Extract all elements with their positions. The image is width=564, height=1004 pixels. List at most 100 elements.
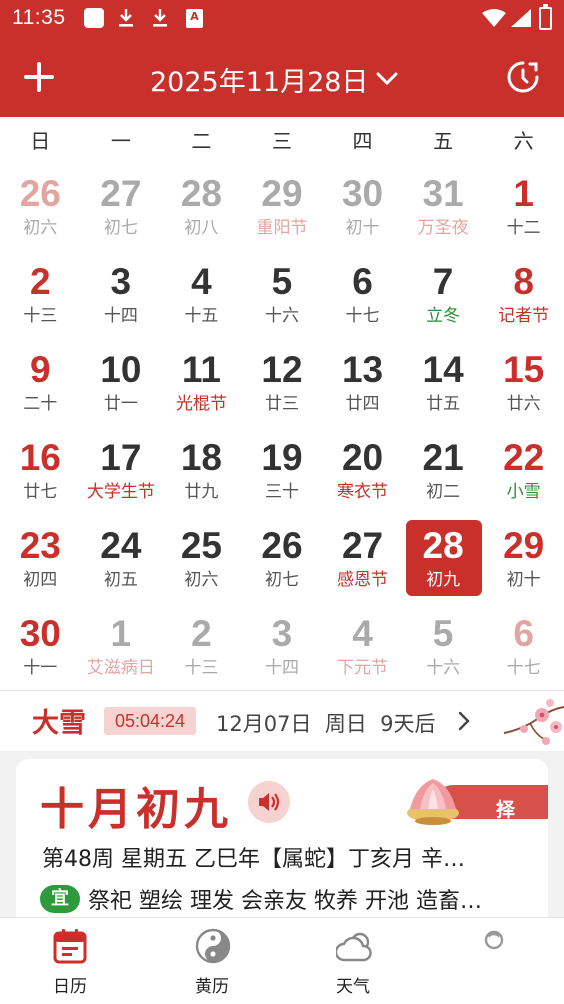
calendar-day-cell[interactable]: 15 廿六 <box>483 342 564 430</box>
festival-label: 下元节 <box>337 658 389 678</box>
calendar-day-cell[interactable]: 26 初六 <box>0 166 81 254</box>
calendar-day-cell[interactable]: 3 十四 <box>81 254 162 342</box>
day-number: 24 <box>100 525 142 566</box>
weekday-label: 五 <box>433 129 454 153</box>
calendar-day-cell[interactable]: 1 艾滋病日 <box>81 606 162 694</box>
calendar-day-cell[interactable]: 9 二十 <box>0 342 81 430</box>
day-number: 4 <box>191 261 212 302</box>
solar-term-bar[interactable]: 大雪 05:04:24 12月07日 周日 9天后 <box>0 691 564 751</box>
plum-blossom-icon <box>503 699 564 745</box>
calendar-day-cell[interactable]: 4 下元节 <box>322 606 403 694</box>
calendar-day-cell[interactable]: 30 初十 <box>322 166 403 254</box>
battery-icon <box>539 4 552 30</box>
lunar-label: 十四 <box>264 658 299 678</box>
calendar-day-cell[interactable]: 22 小雪 <box>483 430 564 518</box>
day-number: 9 <box>29 349 51 390</box>
lotus-lamp-icon <box>407 779 459 825</box>
calendar-day-cell[interactable]: 16 廿七 <box>0 430 81 518</box>
calendar-day-cell[interactable]: 2 十三 <box>0 254 81 342</box>
calendar-day-cell[interactable]: 21 初二 <box>403 430 484 518</box>
calendar-day-cell[interactable]: 18 廿九 <box>161 430 242 518</box>
calendar-day-cell[interactable]: 3 十四 <box>242 606 323 694</box>
calendar-day-cell[interactable]: 11 光棍节 <box>161 342 242 430</box>
festival-label: 万圣夜 <box>417 218 469 238</box>
chevron-right-icon[interactable] <box>458 711 470 731</box>
lunar-label: 二十 <box>23 394 58 414</box>
day-number: 11 <box>181 349 221 390</box>
weather-cloud-icon <box>336 932 372 962</box>
day-number: 31 <box>422 173 464 214</box>
calendar-day-cell-today[interactable]: 28 初九 <box>403 518 484 606</box>
day-number: 26 <box>261 525 303 566</box>
day-number: 8 <box>513 261 534 302</box>
lunar-label: 廿一 <box>103 394 138 414</box>
lunar-label: 十四 <box>103 306 138 326</box>
lunar-label: 初二 <box>426 482 461 502</box>
calendar-day-cell[interactable]: 27 初七 <box>81 166 162 254</box>
solar-term-date: 12月07日 <box>216 712 312 736</box>
calendar-day-cell[interactable]: 10 廿一 <box>81 342 162 430</box>
calendar-day-cell[interactable]: 29 重阳节 <box>242 166 323 254</box>
calendar-day-cell[interactable]: 27 感恩节 <box>322 518 403 606</box>
calendar-day-cell[interactable]: 17 大学生节 <box>81 430 162 518</box>
calendar-day-cell[interactable]: 31 万圣夜 <box>403 166 484 254</box>
lunar-label: 廿五 <box>426 394 461 414</box>
download-icon <box>153 9 167 27</box>
day-number: 10 <box>100 349 142 390</box>
add-event-button[interactable] <box>22 60 56 94</box>
calendar-day-cell[interactable]: 13 廿四 <box>322 342 403 430</box>
day-number: 12 <box>261 349 303 390</box>
day-number: 28 <box>180 173 222 214</box>
festival-label: 艾滋病日 <box>86 658 155 678</box>
nav-item-calendar[interactable]: 日历 <box>10 918 130 1004</box>
calendar-day-cell[interactable]: 4 十五 <box>161 254 242 342</box>
day-number: 29 <box>261 173 303 214</box>
calendar-day-cell[interactable]: 24 初五 <box>81 518 162 606</box>
back-to-today-icon[interactable] <box>506 60 540 94</box>
calendar-day-cell[interactable]: 12 廿三 <box>242 342 323 430</box>
speaker-icon[interactable] <box>248 781 290 823</box>
calendar-day-cell[interactable]: 6 十七 <box>322 254 403 342</box>
lunar-label: 初九 <box>426 570 461 590</box>
calendar-day-cell[interactable]: 1 十二 <box>483 166 564 254</box>
lunar-label: 廿六 <box>506 394 541 414</box>
calendar-day-cell[interactable]: 25 初六 <box>161 518 242 606</box>
calendar-day-cell[interactable]: 30 十一 <box>0 606 81 694</box>
calendar-day-cell[interactable]: 23 初四 <box>0 518 81 606</box>
auspicious-day-button[interactable]: 择吉日 › <box>394 771 548 875</box>
calendar-day-cell[interactable]: 5 十六 <box>242 254 323 342</box>
yin-yang-icon <box>195 928 231 964</box>
day-number: 2 <box>191 613 212 654</box>
day-number: 20 <box>341 437 384 478</box>
day-number: 5 <box>432 613 454 654</box>
lunar-label: 十一 <box>23 658 58 678</box>
lunar-label: 初十 <box>345 218 380 238</box>
lunar-info-card[interactable]: 十月初九 择吉日 › 第48周 星期五 乙巳年【属蛇】丁亥月 辛… 宜 祭祀 塑… <box>16 759 548 917</box>
nav-item-almanac[interactable]: 黄历 <box>152 918 272 1004</box>
yi-badge: 宜 <box>40 885 80 913</box>
day-number: 7 <box>432 261 454 302</box>
calendar-day-cell[interactable]: 28 初八 <box>161 166 242 254</box>
calendar-day-cell[interactable]: 14 廿五 <box>403 342 484 430</box>
calendar-day-cell[interactable]: 7 立冬 <box>403 254 484 342</box>
calendar-day-cell[interactable]: 2 十三 <box>161 606 242 694</box>
calendar-day-cell[interactable]: 8 记者节 <box>483 254 564 342</box>
calendar-week-row: 30 十一 1 艾滋病日 2 十三 3 十四 4 下元节 5 十六 6 十七 <box>0 606 564 694</box>
calendar-day-cell[interactable]: 6 十七 <box>483 606 564 694</box>
calendar-day-cell[interactable]: 20 寒衣节 <box>322 430 403 518</box>
lunar-label: 初十 <box>506 570 541 590</box>
day-number: 30 <box>341 173 384 214</box>
nav-item-profile[interactable] <box>433 918 553 1004</box>
lunar-label: 三十 <box>264 482 299 502</box>
nav-item-weather[interactable]: 天气 <box>293 918 413 1004</box>
date-picker-button[interactable]: 2025年11月28日 <box>150 60 398 98</box>
calendar-day-cell[interactable]: 19 三十 <box>242 430 323 518</box>
calendar-day-cell[interactable]: 26 初七 <box>242 518 323 606</box>
solar-term-label: 立冬 <box>426 306 461 326</box>
festival-label: 寒衣节 <box>337 482 389 502</box>
day-number: 5 <box>271 261 293 302</box>
festival-label: 大学生节 <box>86 482 155 502</box>
yi-activities: 祭祀 塑绘 理发 会亲友 牧养 开池 造畜… <box>88 889 482 914</box>
calendar-day-cell[interactable]: 29 初十 <box>483 518 564 606</box>
calendar-day-cell[interactable]: 5 十六 <box>403 606 484 694</box>
